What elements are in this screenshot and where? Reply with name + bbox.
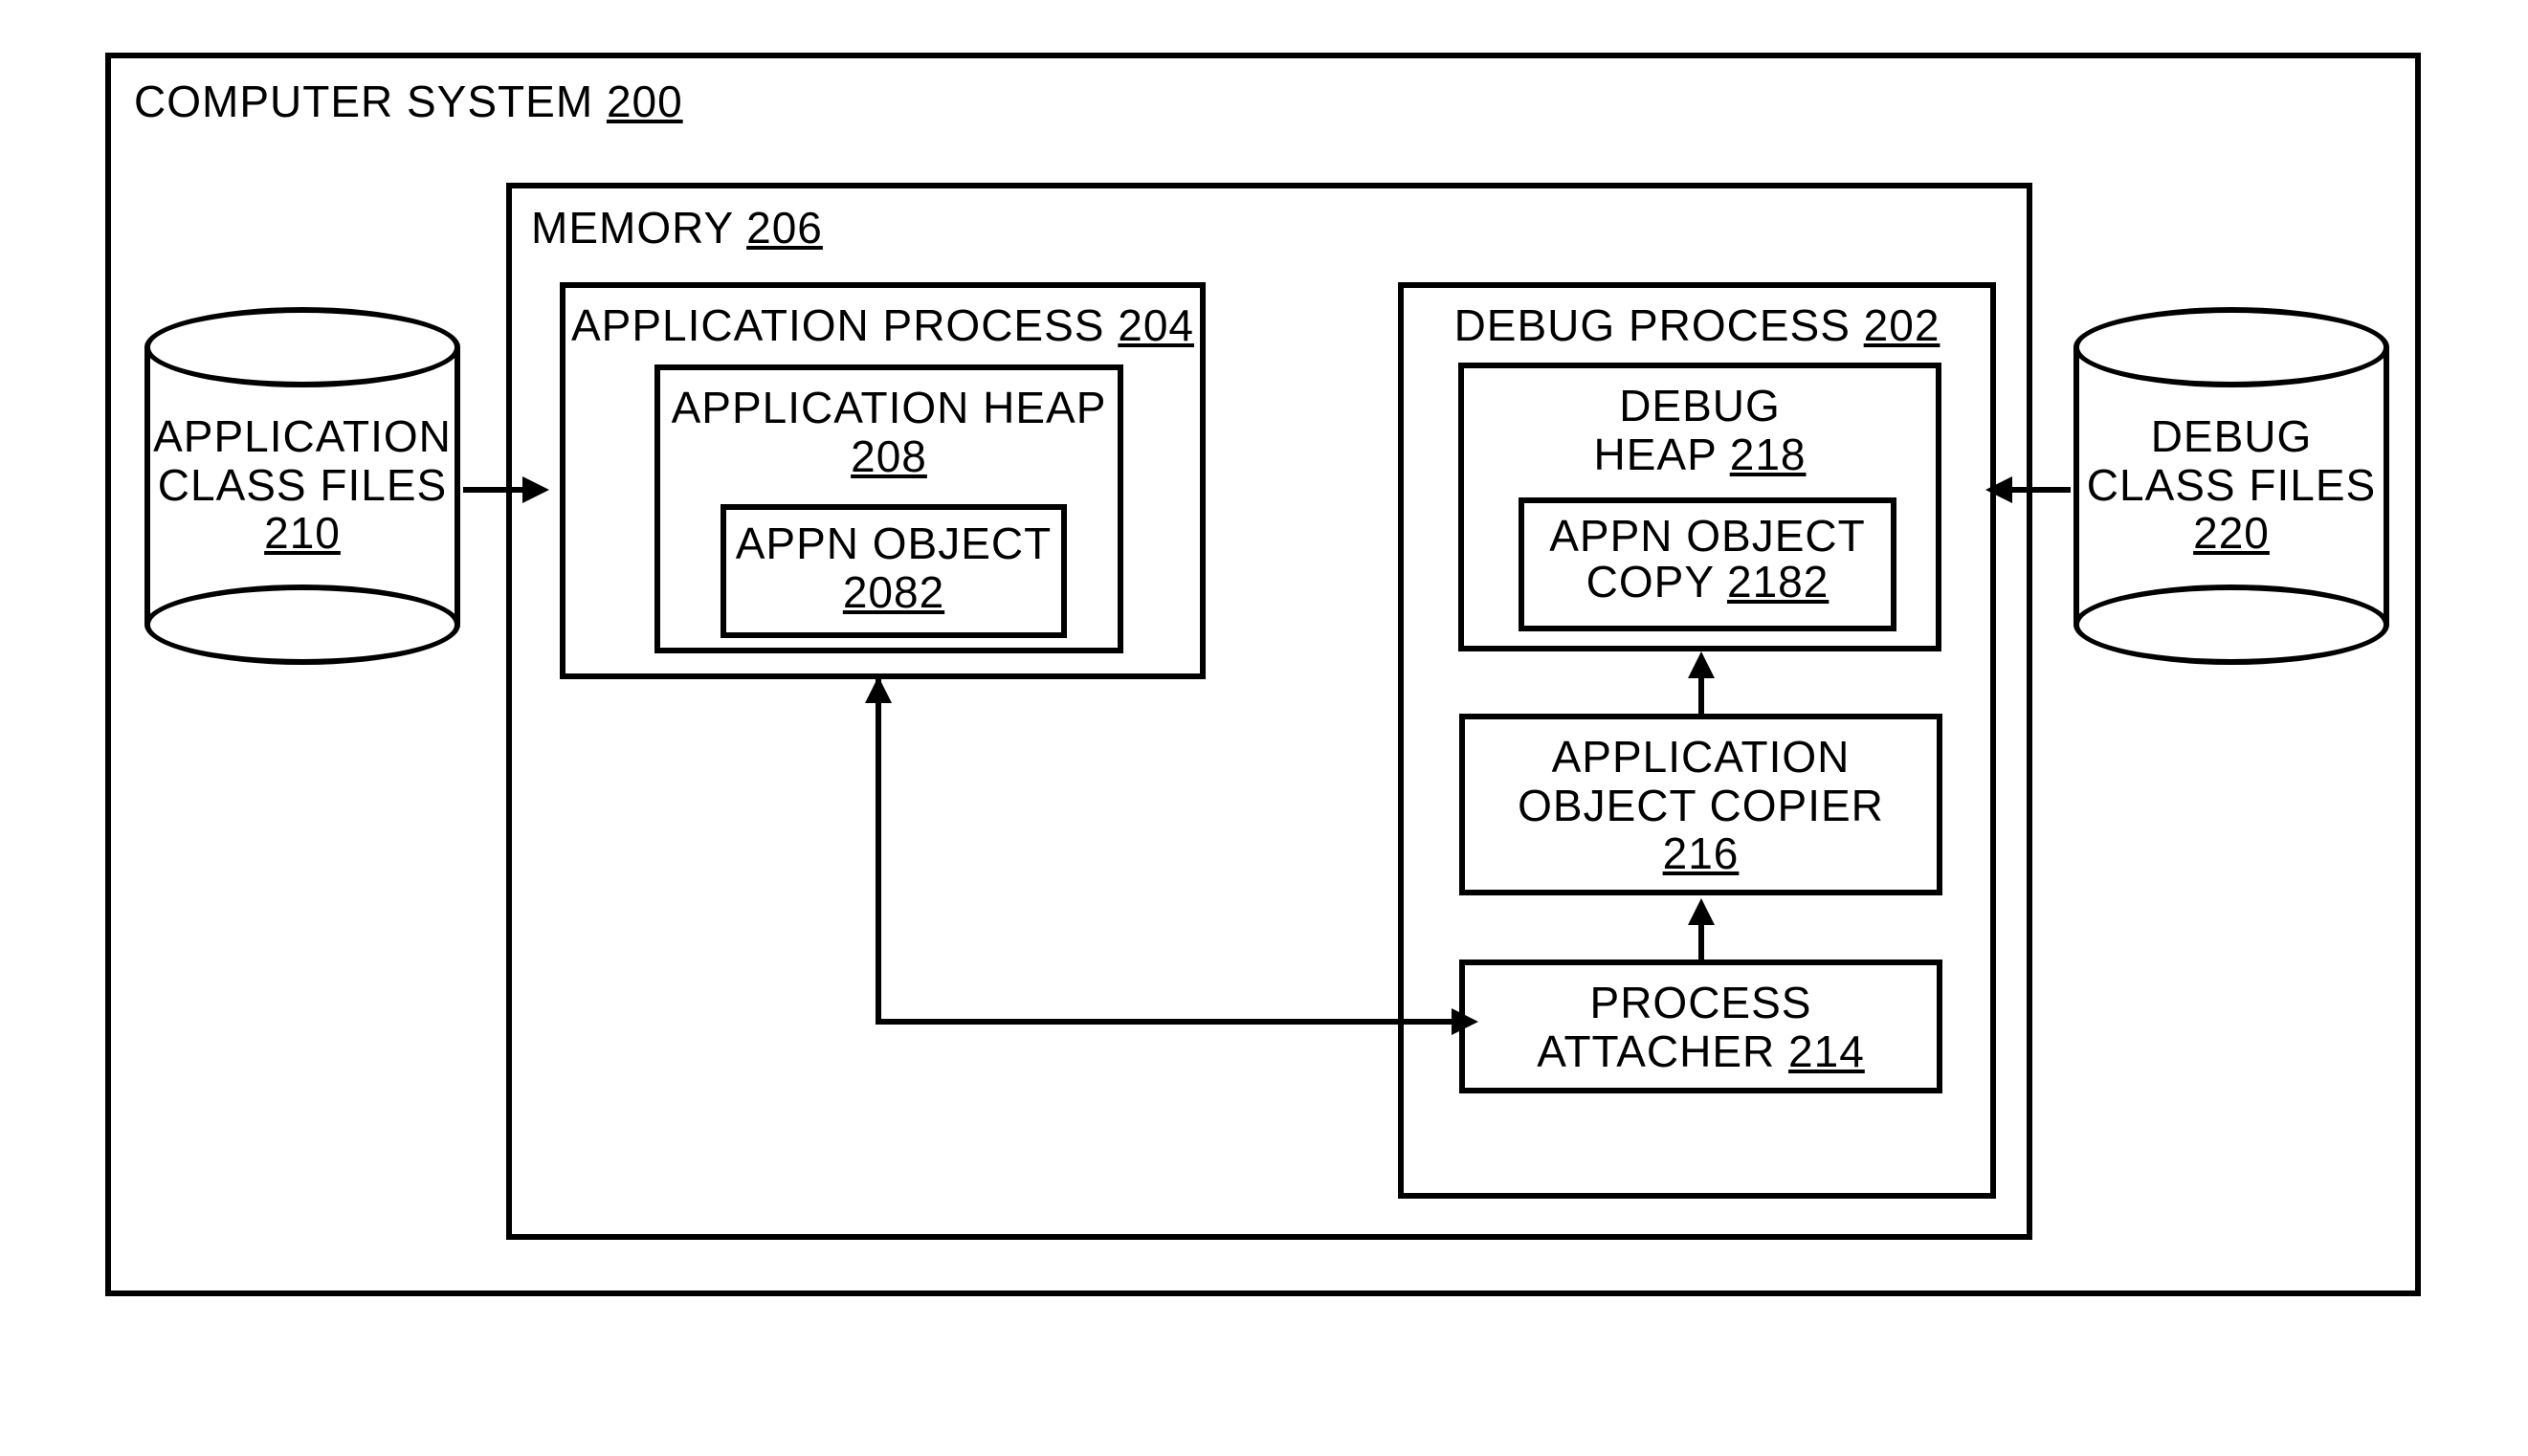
debug-process-ref: 202 [1864, 300, 1940, 350]
computer-system-ref: 200 [607, 77, 683, 126]
process-attacher-label: PROCESS ATTACHER 214 [1465, 979, 1937, 1075]
debug-heap-line1: DEBUG [1619, 381, 1781, 430]
appn-object-copy-line1: APPN OBJECT [1549, 511, 1866, 561]
appn-object-copy-ref: 2182 [1727, 557, 1829, 607]
arrow-head-icon [1688, 898, 1715, 925]
appn-object-copy-line2: COPY [1586, 557, 1715, 607]
debug-class-files-line1: DEBUG [2151, 411, 2313, 461]
debug-process-label: DEBUG PROCESS 202 [1404, 299, 1990, 351]
process-attacher-box: PROCESS ATTACHER 214 [1459, 960, 1942, 1093]
cylinder-top [144, 307, 460, 387]
appn-object-ref: 2082 [843, 567, 944, 617]
app-class-files-cylinder: APPLICATION CLASS FILES 210 [144, 307, 460, 666]
application-heap-label: APPLICATION HEAP 208 [660, 384, 1118, 480]
process-attacher-line1: PROCESS [1590, 978, 1812, 1027]
computer-system-label: COMPUTER SYSTEM 200 [134, 76, 2392, 127]
application-process-ref: 204 [1118, 300, 1194, 350]
memory-text: MEMORY [531, 203, 733, 253]
debug-class-files-cylinder: DEBUG CLASS FILES 220 [2073, 307, 2389, 666]
debug-process-text: DEBUG PROCESS [1454, 300, 1851, 350]
app-object-copier-ref: 216 [1663, 828, 1740, 878]
arrow-app-to-attacher-horiz [876, 1019, 1457, 1025]
appn-object-label: APPN OBJECT 2082 [726, 519, 1061, 616]
cylinder-bottom [2073, 585, 2389, 665]
memory-label: MEMORY 206 [531, 202, 2007, 254]
application-heap-box: APPLICATION HEAP 208 APPN OBJECT 2082 [654, 364, 1123, 653]
process-attacher-ref: 214 [1788, 1026, 1865, 1076]
debug-process-box: DEBUG PROCESS 202 DEBUG HEAP 218 APPN OB… [1398, 282, 1996, 1199]
app-class-files-label: APPLICATION CLASS FILES 210 [144, 412, 460, 558]
arrow-app-to-attacher-vert [876, 679, 881, 1024]
app-object-copier-line1: APPLICATION [1552, 732, 1851, 782]
arrow-head-icon [1452, 1008, 1478, 1035]
computer-system-text: COMPUTER SYSTEM [134, 77, 593, 126]
debug-class-files-line2: CLASS FILES [2087, 460, 2376, 510]
debug-class-files-ref: 220 [2193, 508, 2270, 558]
application-heap-ref: 208 [851, 431, 927, 481]
app-class-files-line1: APPLICATION [153, 411, 452, 461]
app-object-copier-line2: OBJECT COPIER [1518, 781, 1884, 830]
application-process-text: APPLICATION PROCESS [571, 300, 1105, 350]
appn-object-text: APPN OBJECT [736, 518, 1053, 568]
app-class-files-ref: 210 [264, 508, 341, 558]
computer-system-box: COMPUTER SYSTEM 200 APPLICATION CLASS FI… [105, 53, 2421, 1296]
appn-object-copy-box: APPN OBJECT COPY 2182 [1519, 497, 1896, 631]
cylinder-top [2073, 307, 2389, 387]
app-class-files-line2: CLASS FILES [158, 460, 447, 510]
application-heap-text: APPLICATION HEAP [672, 383, 1107, 432]
debug-heap-label: DEBUG HEAP 218 [1464, 382, 1936, 478]
debug-class-files-label: DEBUG CLASS FILES 220 [2073, 412, 2389, 558]
appn-object-copy-label: APPN OBJECT COPY 2182 [1524, 513, 1891, 606]
application-object-copier-box: APPLICATION OBJECT COPIER 216 [1459, 714, 1942, 895]
debug-heap-line2: HEAP [1594, 430, 1717, 479]
debug-heap-ref: 218 [1730, 430, 1807, 479]
cylinder-bottom [144, 585, 460, 665]
application-process-label: APPLICATION PROCESS 204 [565, 299, 1200, 351]
appn-object-box: APPN OBJECT 2082 [721, 504, 1067, 638]
memory-box: MEMORY 206 APPLICATION PROCESS 204 APPLI… [506, 183, 2032, 1240]
arrow-head-icon [865, 676, 892, 703]
memory-ref: 206 [746, 203, 823, 253]
debug-heap-box: DEBUG HEAP 218 APPN OBJECT COPY 2182 [1458, 363, 1941, 651]
arrow-head-icon [1688, 651, 1715, 678]
application-process-box: APPLICATION PROCESS 204 APPLICATION HEAP… [560, 282, 1206, 679]
application-object-copier-label: APPLICATION OBJECT COPIER 216 [1465, 733, 1937, 878]
process-attacher-line2: ATTACHER [1537, 1026, 1775, 1076]
